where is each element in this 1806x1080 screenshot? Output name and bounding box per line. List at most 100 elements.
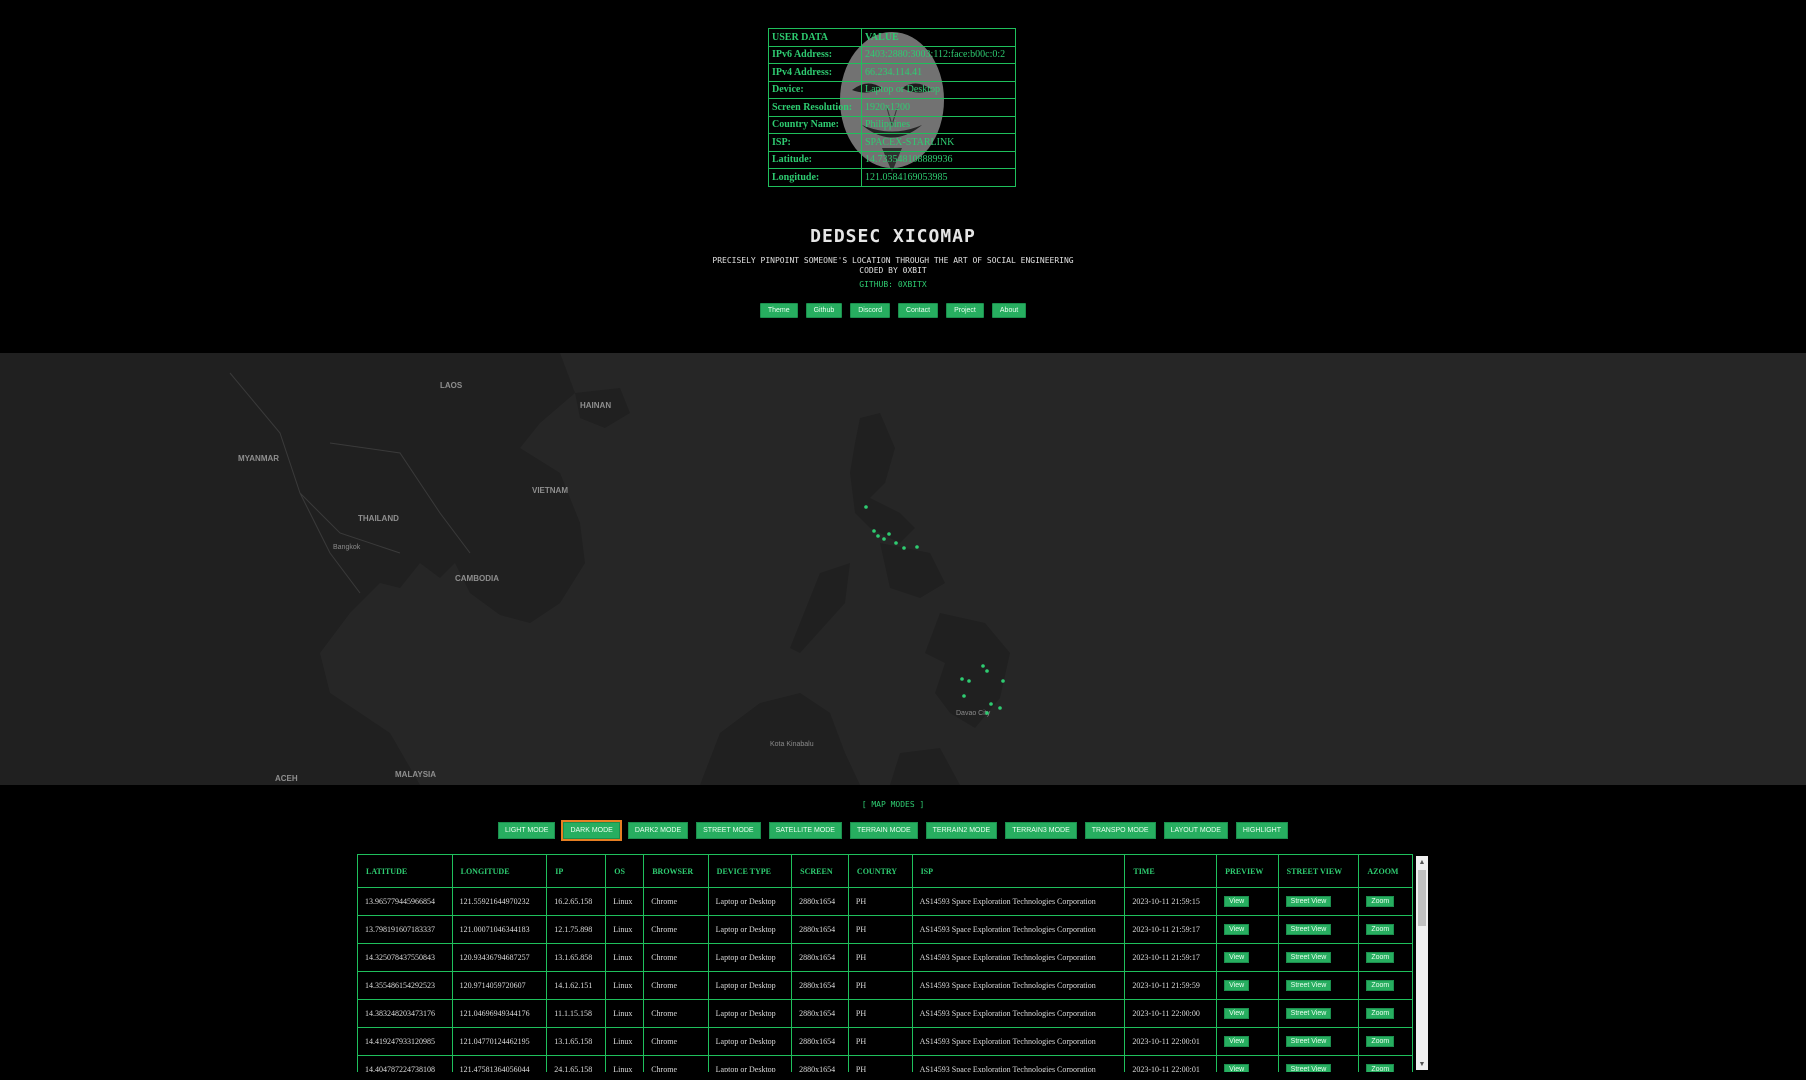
cell-browser: Chrome <box>643 999 709 1028</box>
zoom-button[interactable]: Zoom <box>1366 1036 1395 1047</box>
cell-zoom: Zoom <box>1358 1055 1413 1072</box>
github-link[interactable]: GITHUB: 0XBITX <box>0 280 1786 289</box>
cell-ip: 14.1.62.151 <box>546 971 607 1000</box>
row-key: ISP: <box>768 133 862 152</box>
project-button[interactable]: Project <box>946 303 984 318</box>
cell-ip: 13.1.65.858 <box>546 943 607 972</box>
col-preview: PREVIEW <box>1216 854 1279 888</box>
street-view-button[interactable]: Street View <box>1285 980 1332 991</box>
cell-zoom: Zoom <box>1358 943 1413 972</box>
theme-button[interactable]: Theme <box>759 303 798 318</box>
map-canvas[interactable]: LAOS MYANMAR THAILAND CAMBODIA VIETNAM H… <box>0 353 1806 785</box>
zoom-button[interactable]: Zoom <box>1366 1008 1395 1019</box>
location-marker <box>960 677 964 681</box>
cell-street-view: Street View <box>1277 1027 1360 1056</box>
tagline: PRECISELY PINPOINT SOMEONE'S LOCATION TH… <box>712 256 1074 265</box>
col-browser: BROWSER <box>643 854 709 888</box>
map-label-aceh: ACEH <box>275 774 298 783</box>
contact-button[interactable]: Contact <box>897 303 939 318</box>
transpo-mode-button[interactable]: TRANSPO MODE <box>1084 822 1156 839</box>
zoom-button[interactable]: Zoom <box>1366 896 1395 907</box>
zoom-button[interactable]: Zoom <box>1366 980 1395 991</box>
cell-view: View <box>1216 887 1279 916</box>
location-marker <box>887 532 891 536</box>
terrain3-mode-button[interactable]: TERRAIN3 MODE <box>1005 822 1077 839</box>
cell-device-type: Laptop or Desktop <box>707 1055 793 1072</box>
cell-view: View <box>1216 1055 1279 1072</box>
cell-device-type: Laptop or Desktop <box>707 971 793 1000</box>
cell-longitude: 120.9714059720607 <box>451 971 548 1000</box>
cell-os: Linux <box>605 971 645 1000</box>
street-view-button[interactable]: Street View <box>1285 896 1332 907</box>
user-row: Latitude: 14.733548108889936 <box>768 150 1016 169</box>
table-row: 14.325078437550843 120.93436794687257 13.1… <box>357 943 1413 972</box>
street-mode-button[interactable]: STREET MODE <box>696 822 761 839</box>
dark-mode-button[interactable]: DARK MODE <box>561 820 622 841</box>
zoom-button[interactable]: Zoom <box>1366 1064 1395 1072</box>
col-screen: SCREEN <box>791 854 849 888</box>
col-time: TIME <box>1124 854 1218 888</box>
cell-latitude: 14.355486154292523 <box>357 971 453 1000</box>
cell-os: Linux <box>605 999 645 1028</box>
terrain2-mode-button[interactable]: TERRAIN2 MODE <box>925 822 998 839</box>
light-mode-button[interactable]: LIGHT MODE <box>498 822 556 839</box>
discord-button[interactable]: Discord <box>850 303 890 318</box>
cell-os: Linux <box>605 915 645 944</box>
location-marker <box>989 702 993 706</box>
table-row: 14.404787224738108 121.47581364056044 24.1… <box>357 1055 1413 1072</box>
github-button[interactable]: Github <box>805 303 843 318</box>
cell-browser: Chrome <box>643 1027 709 1056</box>
col-country: COUNTRY <box>847 854 913 888</box>
zoom-button[interactable]: Zoom <box>1366 952 1395 963</box>
table-header-row: LATITUDE LONGITUDE IP OS BROWSER DEVICE … <box>357 854 1413 888</box>
col-latitude: LATITUDE <box>357 854 453 888</box>
street-view-button[interactable]: Street View <box>1285 924 1332 935</box>
view-button[interactable]: View <box>1224 952 1250 963</box>
view-button[interactable]: View <box>1224 896 1250 907</box>
map-view[interactable]: LAOS MYANMAR THAILAND CAMBODIA VIETNAM H… <box>0 353 1806 785</box>
street-view-button[interactable]: Street View <box>1285 1064 1332 1072</box>
cell-zoom: Zoom <box>1358 887 1413 916</box>
cell-time: 2023-10-11 22:00:01 <box>1124 1055 1218 1072</box>
visitor-table-container[interactable]: LATITUDE LONGITUDE IP OS BROWSER DEVICE … <box>357 854 1428 1072</box>
cell-screen: 2880x1654 <box>791 1055 849 1072</box>
view-button[interactable]: View <box>1224 924 1250 935</box>
cell-country: PH <box>847 1055 913 1072</box>
map-label-myanmar: MYANMAR <box>238 454 279 463</box>
scroll-down-icon[interactable]: ▼ <box>1416 1058 1428 1070</box>
location-marker <box>902 546 906 550</box>
row-key: Device: <box>768 80 862 99</box>
map-label-kota-kinabalu: Kota Kinabalu <box>770 741 814 748</box>
street-view-button[interactable]: Street View <box>1285 952 1332 963</box>
street-view-button[interactable]: Street View <box>1285 1036 1332 1047</box>
zoom-button[interactable]: Zoom <box>1366 924 1395 935</box>
user-row: IPv4 Address: 66.234.114.41 <box>768 63 1016 82</box>
cell-longitude: 121.04696949344176 <box>451 999 548 1028</box>
view-button[interactable]: View <box>1224 1008 1250 1019</box>
satellite-mode-button[interactable]: SATELLITE MODE <box>768 822 842 839</box>
highlight-button[interactable]: HIGHLIGHT <box>1235 822 1288 839</box>
cell-isp: AS14593 Space Exploration Technologies C… <box>911 999 1126 1028</box>
location-marker <box>981 664 985 668</box>
scroll-up-icon[interactable]: ▲ <box>1416 856 1428 868</box>
scrollbar-thumb[interactable] <box>1418 870 1426 926</box>
cell-country: PH <box>847 999 913 1028</box>
map-label-laos: LAOS <box>440 381 463 390</box>
about-button[interactable]: About <box>991 303 1027 318</box>
street-view-button[interactable]: Street View <box>1285 1008 1332 1019</box>
view-button[interactable]: View <box>1224 980 1250 991</box>
table-scrollbar[interactable]: ▲ ▼ <box>1416 856 1428 1070</box>
cell-ip: 24.1.65.158 <box>546 1055 607 1072</box>
col-street-view: STREET VIEW <box>1277 854 1360 888</box>
col-isp: ISP <box>911 854 1126 888</box>
user-row: ISP: SPACEX-STARLINK <box>768 133 1016 152</box>
cell-time: 2023-10-11 22:00:00 <box>1124 999 1218 1028</box>
cell-longitude: 120.93436794687257 <box>451 943 548 972</box>
layout-mode-button[interactable]: LAYOUT MODE <box>1163 822 1228 839</box>
cell-latitude: 14.383248203473176 <box>357 999 453 1028</box>
view-button[interactable]: View <box>1224 1064 1250 1072</box>
terrain-mode-button[interactable]: TERRAIN MODE <box>849 822 918 839</box>
cell-time: 2023-10-11 21:59:59 <box>1124 971 1218 1000</box>
dark2-mode-button[interactable]: DARK2 MODE <box>627 822 689 839</box>
view-button[interactable]: View <box>1224 1036 1250 1047</box>
